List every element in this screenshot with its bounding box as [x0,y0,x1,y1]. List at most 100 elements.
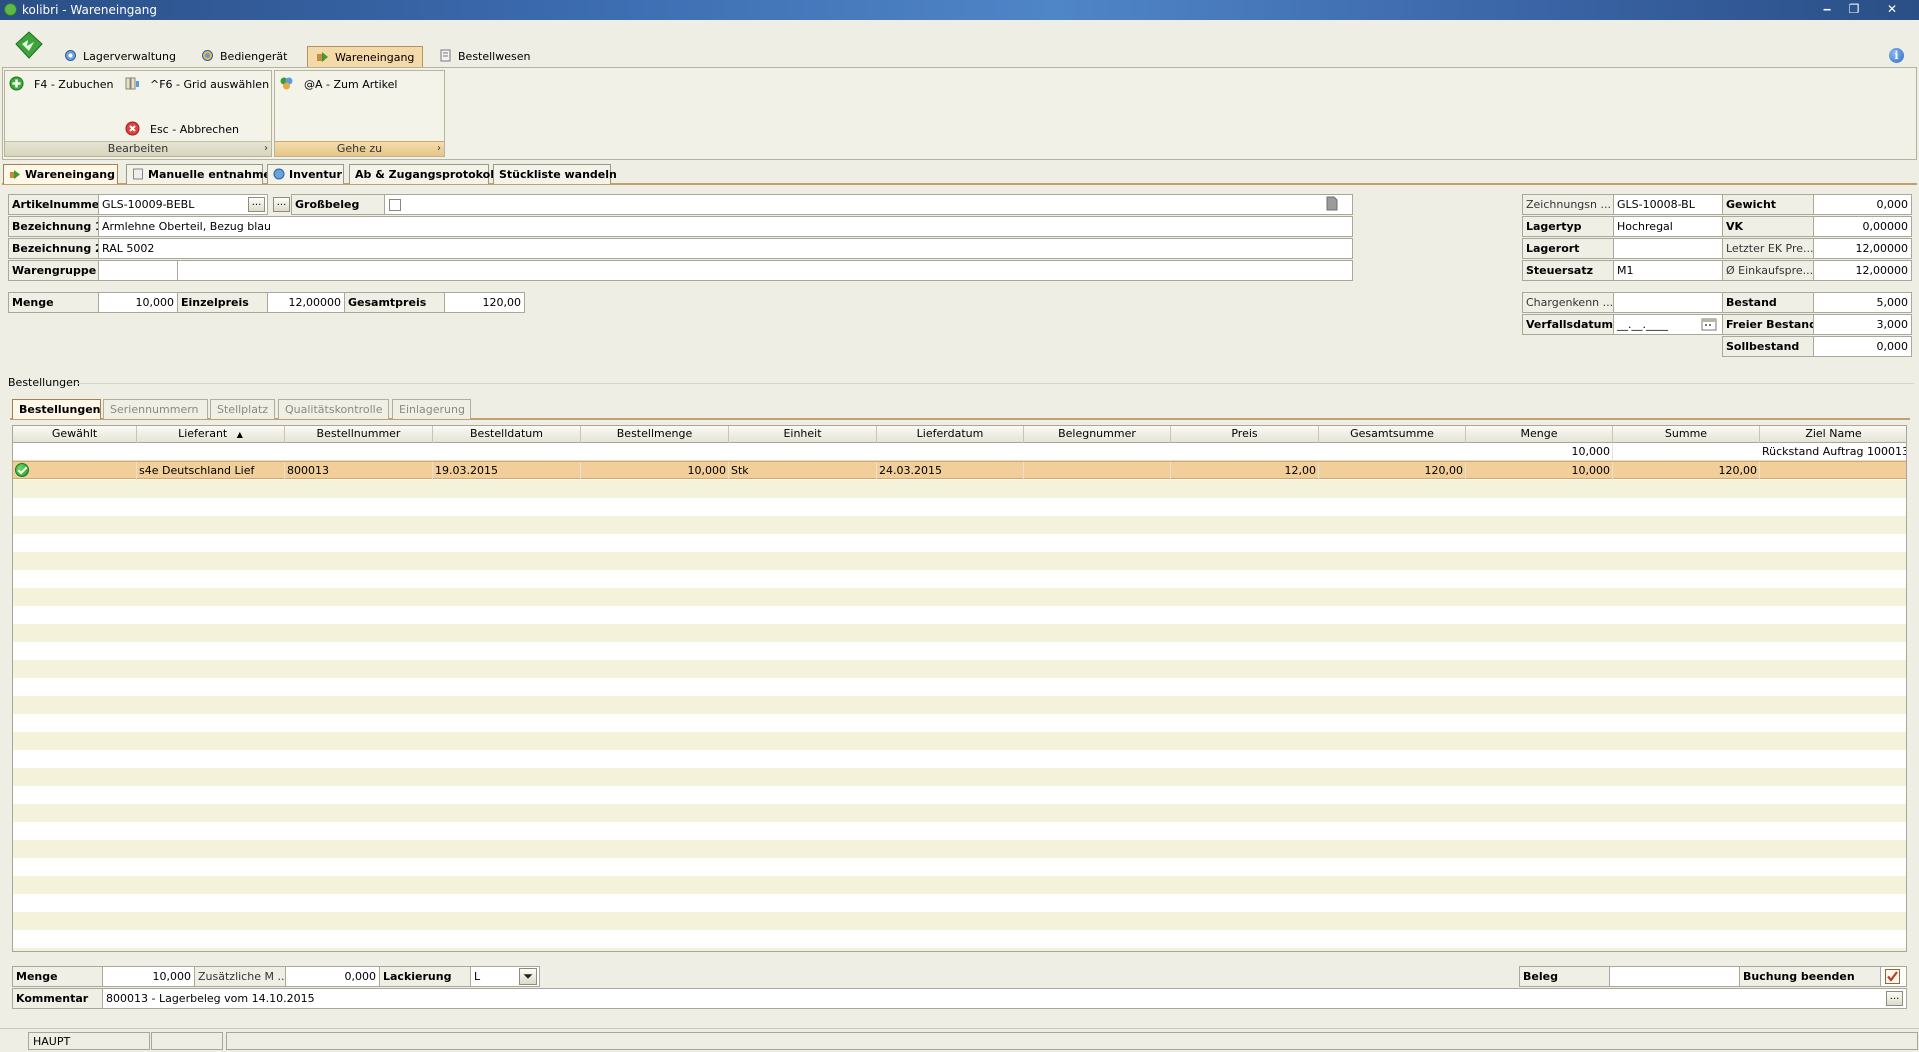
maximize-button[interactable]: ❐ [1843,1,1865,18]
kommentar-input[interactable]: 800013 - Lagerbeleg vom 14.10.2015 [102,988,1907,1009]
zeichnungsnr-input[interactable]: GLS-10008-BL [1613,194,1723,215]
section-divider [78,383,1914,384]
gear-icon [273,168,285,180]
row-bestellnummer: 800013 [285,462,433,480]
ribbon-group-title: Bearbeiten › [5,141,271,156]
zubuchen-button[interactable]: F4 - Zubuchen [9,76,114,91]
empty-grid-row [13,750,1906,768]
empty-grid-row [13,678,1906,696]
column-header-bestellnummer[interactable]: Bestellnummer [285,426,433,443]
summary-menge: 10,000 [1466,443,1613,461]
column-header-gewaehlt[interactable]: Gewählt [13,426,137,443]
artikelnummer-browse-button[interactable]: ... [248,197,265,212]
artikelnummer-input[interactable]: GLS-10009-BEBL [98,194,268,215]
steuersatz-label: Steuersatz [1522,260,1614,281]
column-header-ziel-name[interactable]: Ziel Name [1760,426,1906,443]
info-icon[interactable]: i [1889,48,1904,63]
ribbon-tab-wareneingang[interactable]: Wareneingang [307,46,424,67]
empty-grid-row [13,588,1906,606]
row-bestelldatum: 19.03.2015 [433,462,581,480]
column-header-lieferant[interactable]: Lieferant ▲ [137,426,285,443]
buchung-beenden-checkbox[interactable] [1885,969,1900,984]
grid-tab-qualitaetskontrolle[interactable]: Qualitätskontrolle [278,399,389,419]
row-ziel-name [1760,462,1906,480]
artikel-lookup-button[interactable]: ... [273,197,290,212]
empty-grid-row [13,534,1906,552]
document-icon [133,168,143,180]
zusaetzliche-menge-input[interactable]: 0,000 [285,966,380,987]
lagertyp-input[interactable]: Hochregal [1613,216,1723,237]
table-row[interactable]: s4e Deutschland Lief 800013 19.03.2015 1… [13,461,1906,480]
grid-tab-einlagerung[interactable]: Einlagerung [392,399,471,419]
einzelpreis-label: Einzelpreis [177,292,268,313]
footer-menge-input[interactable]: 10,000 [102,966,195,987]
column-header-preis[interactable]: Preis [1171,426,1319,443]
grid-auswaehlen-button[interactable]: ^F6 - Grid auswählen [125,76,269,91]
subtab-protokoll[interactable]: Ab & Zugangsprotokoll [349,164,498,184]
kommentar-expand-button[interactable]: ... [1886,991,1903,1006]
freier-bestand-label: Freier Bestand [1722,314,1814,335]
column-header-belegnummer[interactable]: Belegnummer [1024,426,1171,443]
gewicht-value: 0,000 [1813,194,1912,215]
artikelnummer-label: Artikelnummer [8,194,99,215]
grid-tab-seriennummern[interactable]: Seriennummern [103,399,208,419]
column-header-menge[interactable]: Menge [1466,426,1613,443]
column-header-einheit[interactable]: Einheit [729,426,877,443]
vk-value: 0,00000 [1813,216,1912,237]
ribbon-tab-bediengeraet[interactable]: Bediengerät [193,46,295,67]
row-menge[interactable]: 10,000 [1466,462,1613,480]
subtab-inventur[interactable]: Inventur [267,164,344,184]
empty-grid-row [13,714,1906,732]
group-expand-icon[interactable]: › [264,142,268,156]
menge-label: Menge [8,292,99,313]
gesamtpreis-value: 120,00 [444,292,525,313]
row-gewaehlt[interactable] [13,462,137,480]
statusbar-divider [0,1028,1919,1029]
bezeichnung2-input[interactable]: RAL 5002 [98,238,1353,259]
beleg-input[interactable] [1609,966,1740,987]
column-header-gesamtsumme[interactable]: Gesamtsumme [1319,426,1466,443]
check-icon [15,463,29,477]
column-header-bestellmenge[interactable]: Bestellmenge [581,426,729,443]
einzelpreis-input[interactable]: 12,00000 [267,292,345,313]
ribbon-tab-lagerverwaltung[interactable]: Lagerverwaltung [56,46,184,67]
menge-input[interactable]: 10,000 [98,292,178,313]
empty-grid-row [13,516,1906,534]
row-gesamtsumme: 120,00 [1319,462,1466,480]
chargenkenn-input[interactable] [1613,292,1723,313]
calendar-icon[interactable] [1701,318,1717,331]
subtab-wareneingang[interactable]: Wareneingang [3,164,118,184]
lagerort-input[interactable] [1613,238,1723,259]
subtab-manuelle-entnahme[interactable]: Manuelle entnahme [126,164,271,184]
bezeichnung1-input[interactable]: Armlehne Oberteil, Bezug blau [98,216,1353,237]
empty-grid-row [13,498,1906,516]
zeichnungsnr-label: Zeichnungsn ... [1522,194,1614,215]
subtab-stueckliste[interactable]: Stückliste wandeln [493,164,617,184]
vk-label: VK [1722,216,1814,237]
grossbeleg-checkbox[interactable] [389,199,401,211]
bestellungen-grid[interactable]: Gewählt Lieferant ▲ Bestellnummer Bestel… [12,425,1907,952]
ribbon-tab-bestellwesen[interactable]: Bestellwesen [431,46,538,67]
kolibri-logo-icon[interactable] [13,30,45,60]
close-button[interactable]: ✕ [1881,1,1903,18]
bezeichnung1-label: Bezeichnung 1 [8,216,99,237]
zusaetzliche-menge-label: Zusätzliche M ... [194,966,286,987]
sollbestand-value: 0,000 [1813,336,1912,357]
column-header-bestelldatum[interactable]: Bestelldatum [433,426,581,443]
abbrechen-button[interactable]: Esc - Abbrechen [125,121,239,136]
warengruppe-input[interactable] [98,260,178,281]
column-header-summe[interactable]: Summe [1613,426,1760,443]
group-expand-icon[interactable]: › [437,142,441,156]
einkaufspreis-label: Ø Einkaufspre... [1722,260,1814,281]
empty-grid-row [13,696,1906,714]
minimize-button[interactable]: ‒ [1816,1,1838,18]
grid-tab-bestellungen[interactable]: Bestellungen [12,399,101,419]
grid-tab-stellplatz[interactable]: Stellplatz [210,399,275,419]
zum-artikel-button[interactable]: @A - Zum Artikel [279,76,397,91]
status-panel-3 [226,1032,1918,1050]
steuersatz-input[interactable]: M1 [1613,260,1723,281]
dropdown-button[interactable] [519,968,537,985]
document-icon[interactable] [1324,196,1339,211]
column-header-lieferdatum[interactable]: Lieferdatum [877,426,1024,443]
empty-grid-row [13,606,1906,624]
